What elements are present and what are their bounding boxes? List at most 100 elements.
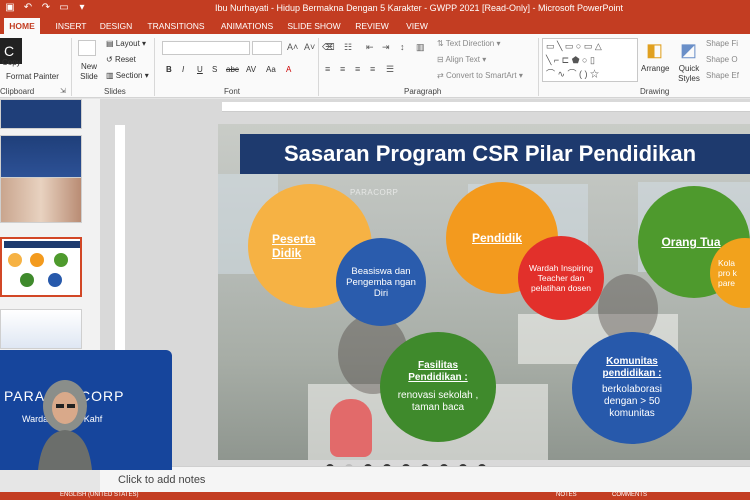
bullets-icon[interactable]: ☰ — [325, 42, 333, 53]
comments-toggle[interactable]: COMMENTS — [612, 492, 647, 498]
quick-styles-button[interactable]: Quick Styles — [675, 64, 703, 84]
slide-title[interactable]: Sasaran Program CSR Pilar Pendidikan — [240, 134, 750, 174]
divider — [318, 38, 319, 96]
thumb-circle — [8, 253, 22, 267]
tab-home[interactable]: HOME — [4, 18, 40, 34]
text-direction-button[interactable]: ⇅ Text Direction ▾ — [437, 39, 501, 48]
layout-button[interactable]: ▤ Layout ▾ — [106, 39, 146, 48]
align-right-icon[interactable]: ≡ — [355, 64, 360, 74]
divider — [71, 38, 72, 96]
customize-qat-icon[interactable]: ▾ — [76, 2, 88, 14]
circle-body: Kola pro k pare — [718, 258, 737, 288]
slide-thumbnail[interactable] — [0, 309, 82, 349]
bold-button[interactable]: B — [166, 65, 172, 74]
shapes-gallery[interactable]: ▭ ╲ ▭ ○ ▭ △ ╲ ⌐ ⊏ ⬟ ○ ▯ ⌒ ∿ ⌒ ( ) ☆ — [542, 38, 638, 82]
justify-icon[interactable]: ≡ — [370, 64, 375, 74]
circle-body: Beasiswa dan Pengemba ngan Diri — [346, 265, 416, 299]
shape-effects-button[interactable]: Shape Ef — [706, 71, 739, 80]
slide-thumbnail[interactable] — [0, 99, 82, 129]
thumb-circle — [20, 273, 34, 287]
numbering-icon[interactable]: ☷ — [344, 42, 352, 53]
start-slideshow-icon[interactable]: ▭ — [58, 2, 70, 14]
divider — [538, 38, 539, 96]
watermark-logo: PARACORP — [350, 188, 399, 197]
columns-icon[interactable]: ▥ — [416, 42, 425, 53]
dialog-launcher-icon[interactable]: ⇲ — [60, 87, 66, 95]
shadow-button[interactable]: S — [212, 65, 217, 74]
arrange-button[interactable]: Arrange — [641, 64, 669, 73]
speaker-glasses — [67, 404, 75, 408]
thumb-circle — [54, 253, 68, 267]
speaker-glasses — [56, 404, 64, 408]
font-size-input[interactable] — [252, 41, 282, 55]
bg-bottle — [330, 399, 372, 457]
section-button[interactable]: ▥ Section ▾ — [106, 71, 149, 80]
clipboard-group-label: Clipboard — [0, 87, 35, 96]
strikethrough-button[interactable]: abc — [226, 65, 239, 74]
circle-heading: Orang Tua — [661, 235, 721, 249]
tab-animations[interactable]: ANIMATIONS — [216, 18, 278, 34]
decrease-indent-icon[interactable]: ⇤ — [366, 42, 374, 53]
drawing-group-label: Drawing — [640, 87, 670, 96]
webcam-overlay: PARAGONCORP Wardah Emina Kahf — [0, 350, 172, 470]
speaker-body — [38, 430, 92, 470]
align-left-icon[interactable]: ≡ — [325, 64, 330, 74]
quick-styles-icon[interactable]: ◩ — [680, 40, 697, 61]
circle-wardah[interactable]: Wardah Inspiring Teacher dan pelatihan d… — [518, 236, 604, 320]
align-text-button[interactable]: ⊟ Align Text ▾ — [437, 55, 486, 64]
circle-beasiswa[interactable]: Beasiswa dan Pengemba ngan Diri — [336, 238, 426, 326]
font-name-input[interactable] — [162, 41, 250, 55]
circle-fasilitas-pendidikan[interactable]: Fasilitas Pendidikan : renovasi sekolah … — [380, 332, 496, 442]
tab-design[interactable]: DESIGN — [97, 18, 135, 34]
distributed-icon[interactable]: ☰ — [386, 64, 394, 75]
ribbon: C Copy Format Painter Clipboard ⇲ New Sl… — [0, 34, 750, 98]
reset-label: Reset — [114, 55, 136, 64]
convert-smartart-label: Convert to SmartArt — [445, 71, 517, 80]
layout-label: Layout — [115, 39, 140, 48]
char-spacing-button[interactable]: AV — [246, 65, 256, 74]
notes-placeholder[interactable]: Click to add notes — [118, 474, 205, 486]
shape-outline-button[interactable]: Shape O — [706, 55, 738, 64]
notes-pane[interactable]: Click to add notes — [100, 466, 750, 492]
copy-button[interactable]: Copy — [2, 58, 21, 67]
format-painter-button[interactable]: Format Painter — [6, 72, 59, 81]
undo-icon[interactable]: ↶ — [22, 2, 34, 14]
grow-font-icon[interactable]: A˄ — [287, 42, 298, 52]
italic-button[interactable]: I — [182, 65, 184, 74]
tab-review[interactable]: REVIEW — [352, 18, 392, 34]
new-slide-button[interactable]: New Slide — [78, 62, 100, 82]
quick-access-toolbar: ▣ ↶ ↷ ▭ ▾ — [4, 2, 88, 14]
language-indicator[interactable]: ENGLISH (UNITED STATES) — [60, 492, 138, 498]
save-icon[interactable]: ▣ — [4, 2, 16, 14]
align-center-icon[interactable]: ≡ — [340, 64, 345, 74]
underline-button[interactable]: U — [197, 65, 203, 74]
slide-canvas[interactable]: Sasaran Program CSR Pilar Pendidikan PAR… — [218, 124, 750, 460]
font-color-button[interactable]: A — [286, 65, 291, 74]
change-case-button[interactable]: Aa — [266, 65, 276, 74]
circle-heading: Pendidik — [471, 231, 522, 245]
thumb-title-bar — [4, 241, 80, 248]
arrange-icon[interactable]: ◧ — [646, 40, 663, 61]
increase-indent-icon[interactable]: ⇥ — [382, 42, 390, 53]
thumb-circle — [48, 273, 62, 287]
shrink-font-icon[interactable]: A˅ — [304, 42, 315, 52]
circle-komunitas-pendidikan[interactable]: Komunitas pendidikan : berkolaborasi den… — [572, 332, 692, 444]
notes-toggle[interactable]: NOTES — [556, 492, 577, 498]
convert-smartart-button[interactable]: ⇄ Convert to SmartArt ▾ — [437, 71, 523, 80]
tab-transitions[interactable]: TRANSITIONS — [142, 18, 210, 34]
thumb-circle — [30, 253, 44, 267]
tab-slide-show[interactable]: SLIDE SHOW — [286, 18, 342, 34]
speaker-video — [38, 380, 92, 470]
tab-view[interactable]: VIEW — [400, 18, 434, 34]
shape-fill-button[interactable]: Shape Fi — [706, 39, 738, 48]
new-slide-icon[interactable] — [78, 40, 96, 56]
text-direction-label: Text Direction — [445, 39, 495, 48]
redo-icon[interactable]: ↷ — [40, 2, 52, 14]
ribbon-tabs: HOME INSERT DESIGN TRANSITIONS ANIMATION… — [0, 18, 750, 34]
tab-insert[interactable]: INSERT — [52, 18, 90, 34]
slide-thumbnail[interactable] — [0, 177, 82, 223]
slide-thumbnail-selected[interactable] — [0, 237, 82, 297]
reset-button[interactable]: ↺ Reset — [106, 55, 136, 64]
circle-heading: Komunitas pendidikan : — [602, 356, 662, 379]
line-spacing-icon[interactable]: ↕ — [400, 42, 405, 52]
